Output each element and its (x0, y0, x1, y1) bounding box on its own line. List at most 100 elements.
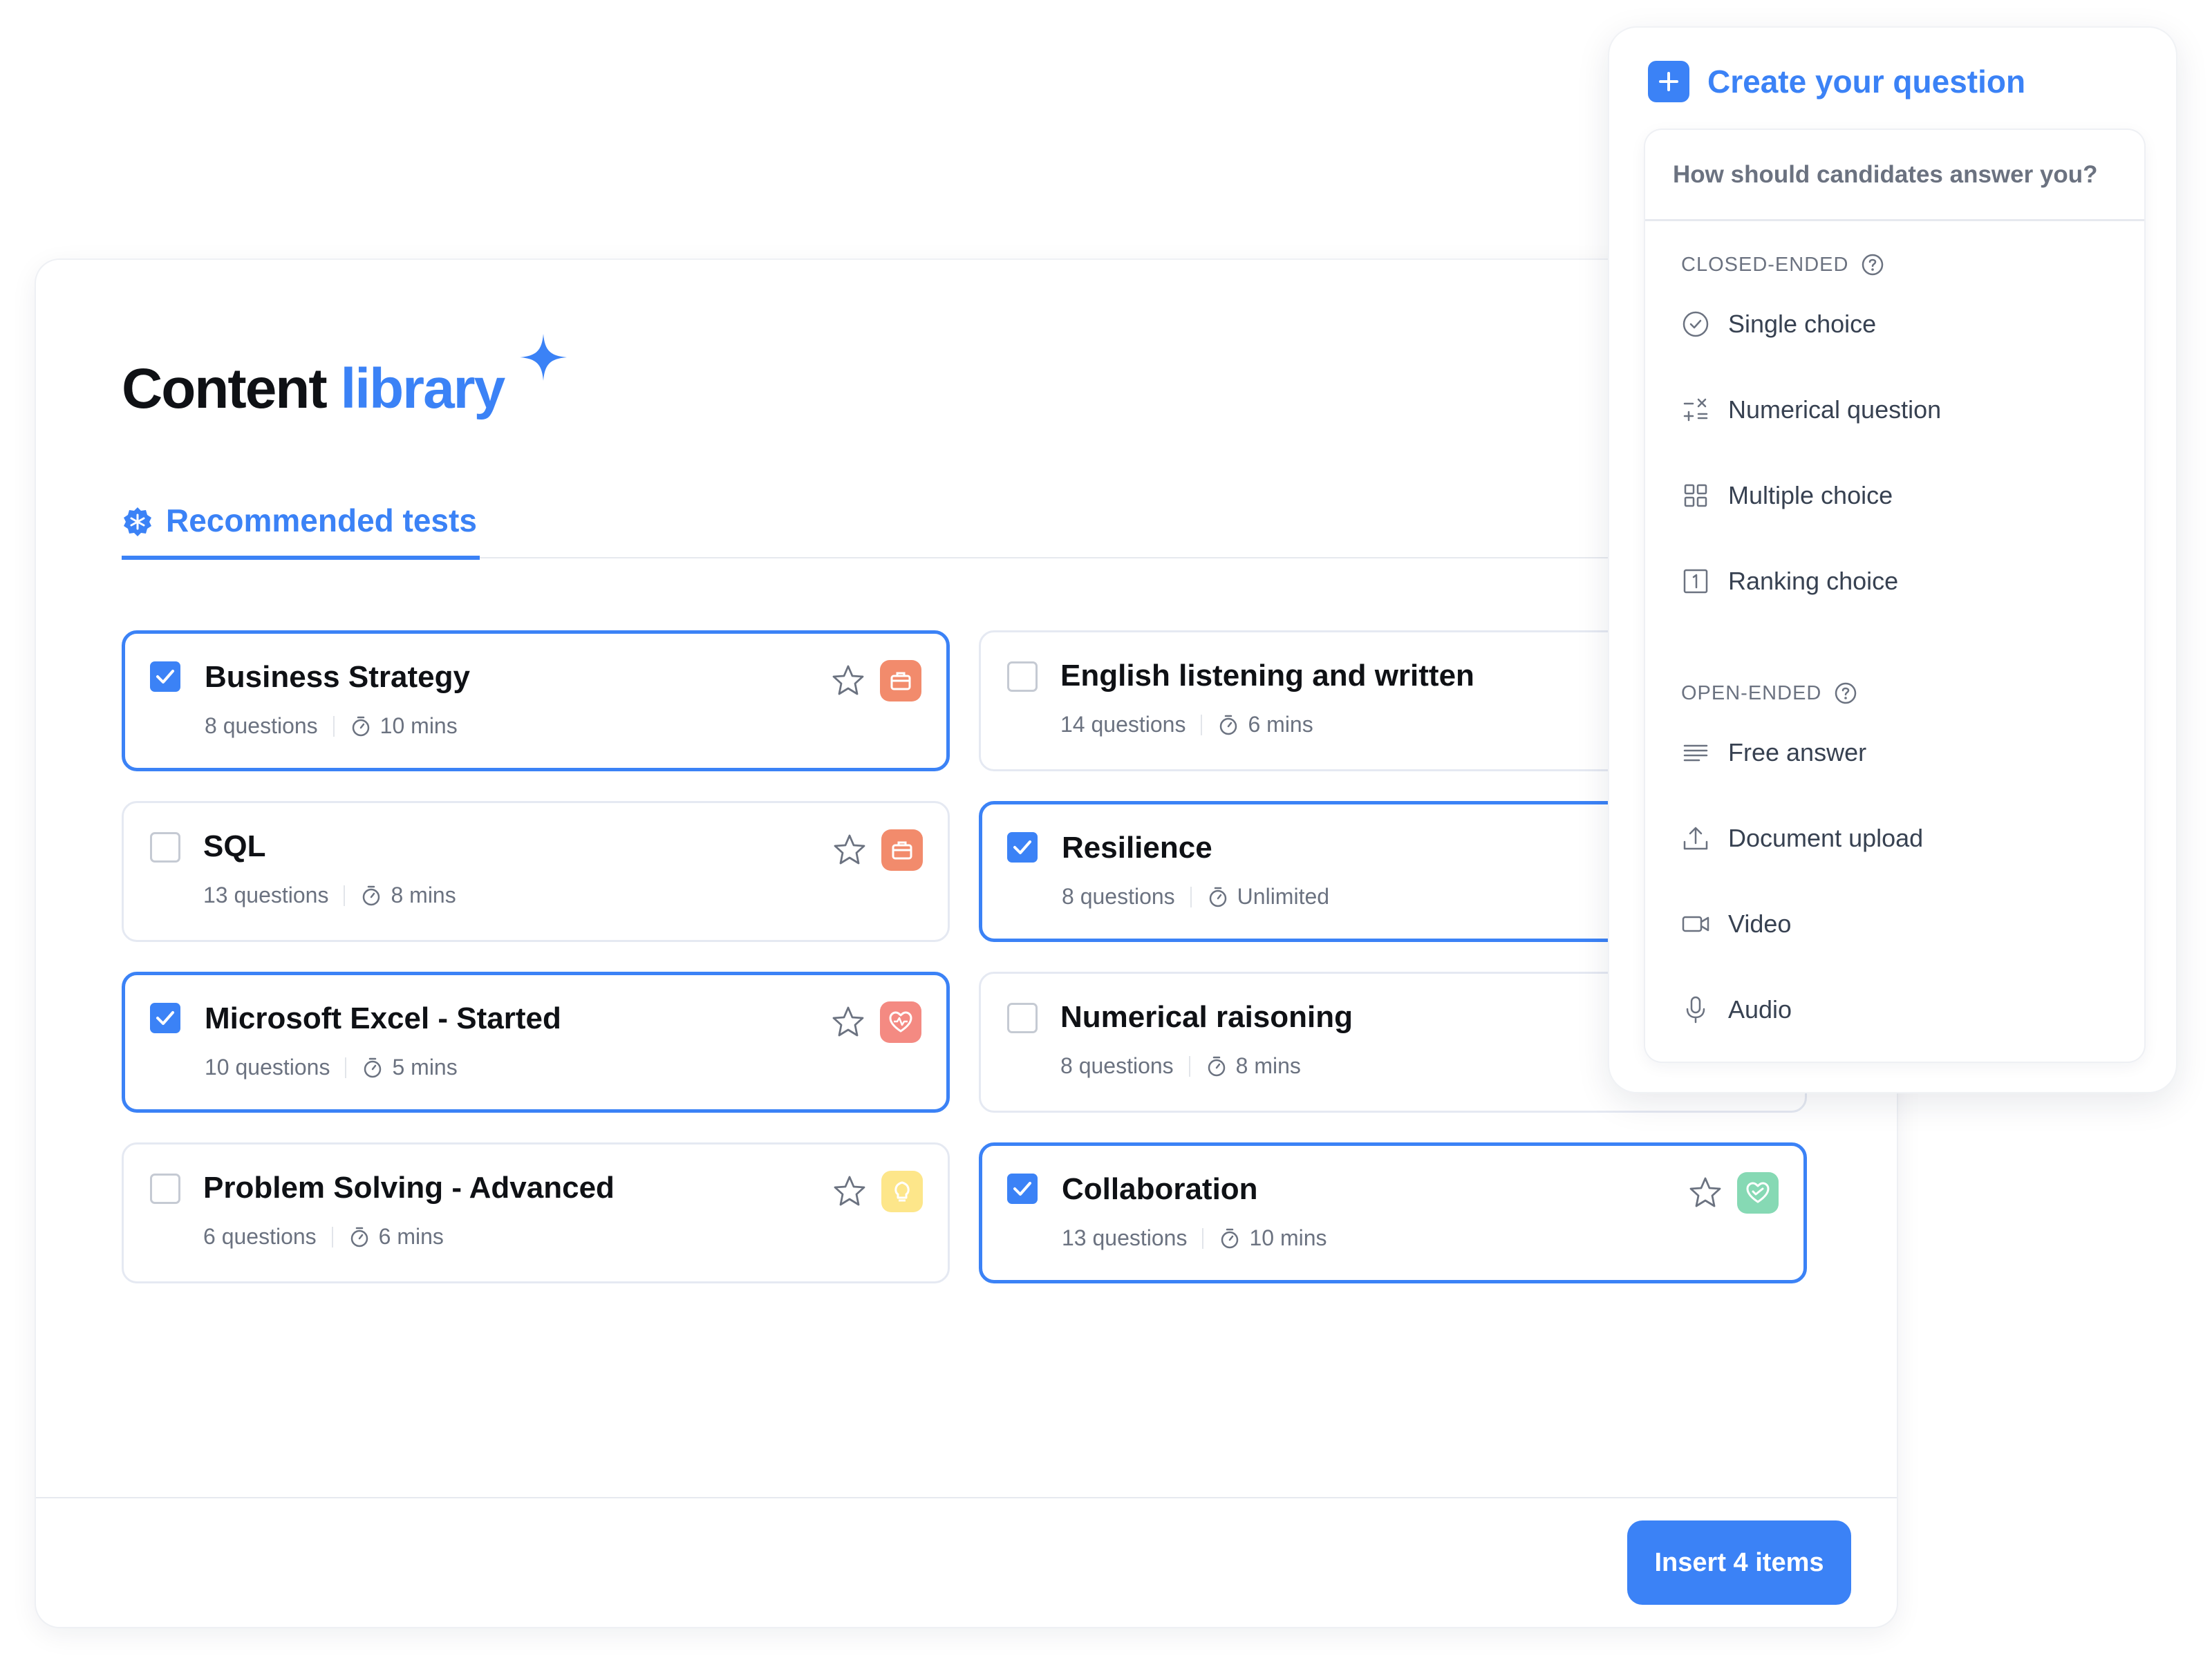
upload-icon (1683, 827, 1708, 850)
test-meta: 6 questions 6 mins (203, 1224, 444, 1250)
test-card[interactable]: Microsoft Excel - Started 10 questions 5 m… (122, 972, 950, 1113)
create-question-header[interactable]: Create your question (1648, 61, 2025, 102)
answer-type-prompt: How should candidates answer you? (1645, 130, 2144, 221)
meta-separator (331, 1226, 333, 1247)
verified-badge-icon (124, 507, 151, 536)
help-icon[interactable] (1834, 681, 1857, 705)
option-multiple-choice[interactable]: Multiple choice (1681, 481, 1893, 510)
option-video[interactable]: Video (1681, 910, 1791, 939)
tab-label: Recommended tests (166, 502, 477, 538)
meta-separator (1202, 1227, 1204, 1249)
meta-separator (1201, 714, 1203, 735)
grid-icon (1684, 484, 1707, 507)
option-ranking-choice[interactable]: Ranking choice (1681, 567, 1898, 596)
test-title: Numerical raisoning (1060, 1000, 1353, 1034)
closed-ended-text: CLOSED-ENDED (1681, 253, 1849, 276)
title-accent-text: library (340, 357, 506, 420)
option-free-answer[interactable]: Free answer (1681, 738, 1866, 767)
option-label: Document upload (1728, 824, 1924, 852)
select-checkbox[interactable] (1007, 1003, 1038, 1033)
timer-icon (350, 1227, 368, 1247)
test-meta: 13 questions 8 mins (203, 883, 456, 908)
question-count: 8 questions (205, 713, 318, 738)
closed-ended-label: CLOSED-ENDED (1681, 253, 1884, 276)
duration: Unlimited (1237, 884, 1330, 909)
timer-icon (352, 716, 369, 736)
option-label: Single choice (1728, 310, 1877, 338)
test-title: Collaboration (1062, 1172, 1258, 1206)
select-checkbox[interactable] (150, 661, 180, 692)
video-camera-icon (1682, 916, 1709, 932)
calculator-icon (1683, 398, 1708, 422)
timer-icon (1208, 1056, 1225, 1076)
option-label: Numerical question (1728, 395, 1942, 424)
star-icon[interactable] (1687, 1175, 1723, 1211)
test-meta: 8 questions Unlimited (1062, 884, 1329, 910)
select-checkbox[interactable] (150, 832, 180, 863)
select-checkbox[interactable] (1007, 1174, 1038, 1204)
open-ended-text: OPEN-ENDED (1681, 681, 1822, 704)
timer-icon (1221, 1228, 1239, 1248)
test-title: Microsoft Excel - Started (205, 1001, 561, 1035)
meta-separator (1190, 886, 1192, 907)
microphone-icon (1686, 996, 1705, 1024)
timer-icon (363, 885, 380, 905)
insert-items-button[interactable]: Insert 4 items (1627, 1520, 1851, 1605)
star-icon[interactable] (832, 1174, 868, 1209)
question-count: 10 questions (205, 1055, 330, 1080)
question-count: 8 questions (1060, 1053, 1174, 1078)
test-card[interactable]: SQL 13 questions 8 mins (122, 801, 950, 942)
duration: 6 mins (378, 1224, 444, 1249)
option-single-choice[interactable]: Single choice (1681, 310, 1876, 339)
plus-icon[interactable] (1648, 61, 1689, 102)
star-icon[interactable] (830, 1004, 866, 1040)
timer-icon (1220, 715, 1237, 735)
test-card[interactable]: Business Strategy 8 questions 10 mins (122, 630, 950, 771)
ranking-icon (1683, 569, 1708, 594)
test-title: Resilience (1062, 831, 1212, 865)
tab-recommended-tests[interactable]: Recommended tests (122, 502, 480, 560)
question-count: 6 questions (203, 1224, 317, 1249)
test-meta: 8 questions 10 mins (205, 713, 458, 739)
option-audio[interactable]: Audio (1681, 995, 1792, 1024)
star-icon[interactable] (832, 832, 868, 868)
title-text: Content (122, 357, 328, 420)
option-numerical-question[interactable]: Numerical question (1681, 395, 1941, 424)
option-label: Audio (1728, 995, 1792, 1024)
test-meta: 14 questions 6 mins (1060, 712, 1313, 737)
test-card[interactable]: Collaboration 13 questions 10 mins (979, 1142, 1807, 1283)
test-title: English listening and written (1060, 659, 1474, 693)
option-label: Ranking choice (1728, 567, 1899, 595)
meta-separator (332, 715, 335, 737)
duration: 5 mins (392, 1055, 458, 1080)
duration: 8 mins (391, 883, 456, 907)
select-checkbox[interactable] (1007, 832, 1038, 863)
timer-icon (364, 1057, 382, 1077)
help-icon[interactable] (1861, 253, 1884, 276)
sparkle-icon (520, 334, 567, 381)
select-checkbox[interactable] (150, 1003, 180, 1033)
test-meta: 10 questions 5 mins (205, 1055, 458, 1080)
text-lines-icon (1683, 744, 1708, 762)
option-label: Free answer (1728, 738, 1867, 766)
select-checkbox[interactable] (1007, 661, 1038, 692)
question-count: 14 questions (1060, 712, 1186, 737)
duration: 8 mins (1235, 1053, 1301, 1078)
duration: 6 mins (1248, 712, 1313, 737)
select-checkbox[interactable] (150, 1174, 180, 1204)
test-title: Problem Solving - Advanced (203, 1171, 615, 1205)
option-label: Video (1728, 910, 1792, 938)
option-label: Multiple choice (1728, 481, 1893, 509)
duration: 10 mins (379, 713, 458, 738)
question-count: 13 questions (1062, 1225, 1188, 1250)
test-card[interactable]: Problem Solving - Advanced 6 questions 6 m… (122, 1142, 950, 1283)
create-question-panel: Create your question How should candidat… (1609, 28, 2176, 1092)
option-document-upload[interactable]: Document upload (1681, 824, 1923, 853)
heartbeat-icon (880, 1001, 921, 1043)
star-icon[interactable] (830, 663, 866, 699)
meta-separator (344, 885, 346, 906)
test-meta: 13 questions 10 mins (1062, 1225, 1327, 1251)
duration: 10 mins (1249, 1225, 1327, 1250)
create-question-title[interactable]: Create your question (1707, 63, 2025, 100)
question-count: 8 questions (1062, 884, 1175, 909)
